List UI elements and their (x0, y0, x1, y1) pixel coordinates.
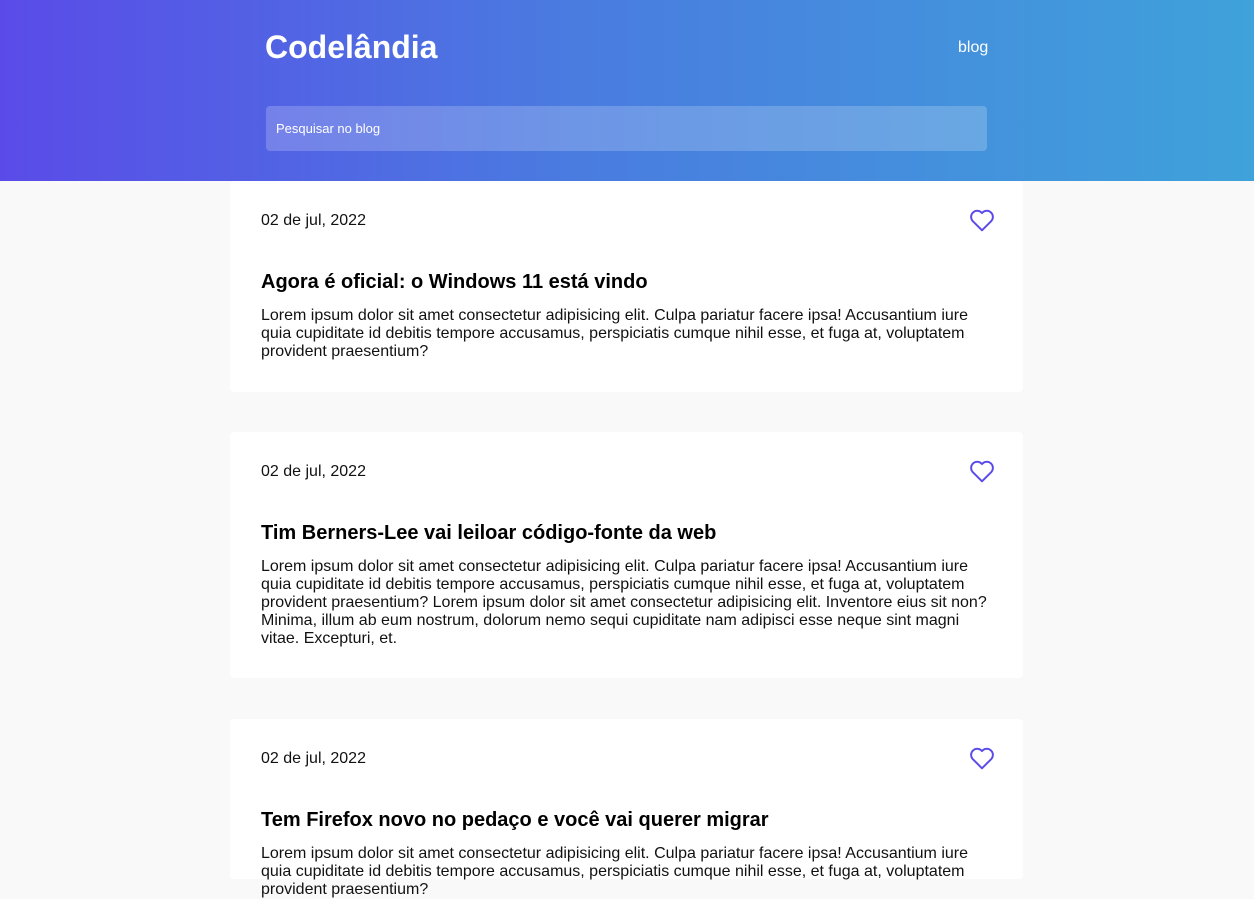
post-card: 02 de jul, 2022 Tem Firefox novo no peda… (230, 719, 1023, 898)
site-logo[interactable]: Codelândia (265, 28, 437, 66)
heart-outline-icon[interactable] (969, 208, 995, 232)
post-card: 02 de jul, 2022 Agora é oficial: o Windo… (230, 181, 1023, 392)
post-excerpt: Lorem ipsum dolor sit amet consectetur a… (261, 558, 987, 647)
heart-outline-icon[interactable] (969, 746, 995, 770)
post-date: 02 de jul, 2022 (261, 212, 366, 229)
post-excerpt: Lorem ipsum dolor sit amet consectetur a… (261, 307, 968, 360)
post-date: 02 de jul, 2022 (261, 750, 366, 767)
site-header: Codelândia blog (0, 0, 1254, 181)
nav-link-blog[interactable]: blog (958, 38, 988, 58)
post-title[interactable]: Tem Firefox novo no pedaço e você vai qu… (261, 808, 769, 832)
post-excerpt: Lorem ipsum dolor sit amet consectetur a… (261, 845, 968, 898)
post-title[interactable]: Tim Berners-Lee vai leiloar código-fonte… (261, 521, 716, 545)
post-card: 02 de jul, 2022 Tim Berners-Lee vai leil… (230, 432, 1023, 678)
post-date: 02 de jul, 2022 (261, 463, 366, 480)
heart-outline-icon[interactable] (969, 459, 995, 483)
post-title[interactable]: Agora é oficial: o Windows 11 está vindo (261, 270, 648, 294)
search-input[interactable] (266, 106, 987, 151)
